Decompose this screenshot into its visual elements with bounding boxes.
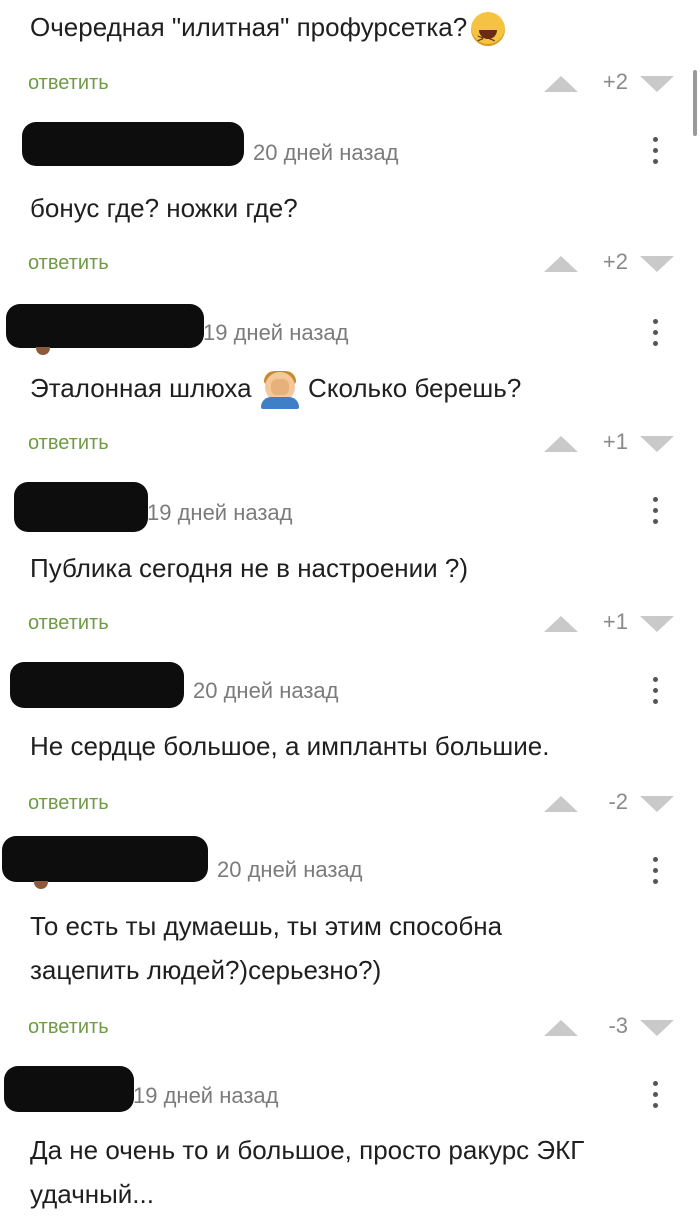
upvote-icon[interactable] xyxy=(544,616,578,632)
comment-header: 20 дней назад xyxy=(0,118,700,178)
upvote-icon[interactable] xyxy=(544,256,578,272)
reply-link[interactable]: ответить xyxy=(28,72,109,95)
comment-date: 19 дней назад xyxy=(203,320,349,345)
upvote-icon[interactable] xyxy=(544,796,578,812)
comment-feed: Очередная "илитная" профурсетка? ответит… xyxy=(0,0,700,1228)
scrollbar[interactable] xyxy=(693,70,697,136)
comment-date: 19 дней назад xyxy=(147,500,293,525)
grinning-squinting-face-emoji xyxy=(471,12,506,61)
comment-header: 19 дней назад xyxy=(0,478,700,538)
comment-header: 20 дней назад xyxy=(0,658,700,718)
comment-date: 19 дней назад xyxy=(133,1083,279,1108)
vote-control: +1 xyxy=(524,609,674,639)
comment-text: Эталонная шлюха Сколько берешь? xyxy=(30,366,670,410)
comment-date: 20 дней назад xyxy=(217,857,363,882)
reply-link[interactable]: ответить xyxy=(28,432,109,455)
comment-text: То есть ты думаешь, ты этим способна зац… xyxy=(30,911,503,985)
downvote-icon[interactable] xyxy=(640,436,674,452)
reply-link[interactable]: ответить xyxy=(28,1016,109,1039)
downvote-icon[interactable] xyxy=(640,616,674,632)
reply-link[interactable]: ответить xyxy=(28,792,109,815)
redacted-username xyxy=(22,122,244,166)
vote-control: +2 xyxy=(524,69,674,99)
vote-control: +1 xyxy=(524,429,674,459)
upvote-icon[interactable] xyxy=(544,436,578,452)
comment-date: 20 дней назад xyxy=(193,678,339,703)
comment-menu-icon[interactable] xyxy=(650,677,660,710)
avatar xyxy=(34,881,48,889)
comment-text: бонус где? ножки где? xyxy=(30,193,298,223)
comment-menu-icon[interactable] xyxy=(650,1081,660,1114)
comment-menu-icon[interactable] xyxy=(650,319,660,352)
upvote-icon[interactable] xyxy=(544,1020,578,1036)
vote-control: +2 xyxy=(524,249,674,279)
face-palm-emoji xyxy=(260,371,299,410)
downvote-icon[interactable] xyxy=(640,796,674,812)
downvote-icon[interactable] xyxy=(640,256,674,272)
downvote-icon[interactable] xyxy=(640,1020,674,1036)
comment-menu-icon[interactable] xyxy=(650,137,660,170)
comment-header: 19 дней назад xyxy=(0,1062,700,1122)
vote-score: -2 xyxy=(608,789,628,814)
comment-header: 19 дней назад xyxy=(0,300,700,360)
redacted-username xyxy=(10,662,184,708)
vote-score: -3 xyxy=(608,1013,628,1038)
vote-control: -2 xyxy=(524,789,674,819)
comment-menu-icon[interactable] xyxy=(650,497,660,530)
downvote-icon[interactable] xyxy=(640,76,674,92)
avatar xyxy=(36,347,50,355)
vote-score: +2 xyxy=(602,69,628,94)
comment-text: Публика сегодня не в настроении ?) xyxy=(30,553,469,583)
upvote-icon[interactable] xyxy=(544,76,578,92)
vote-control: -3 xyxy=(524,1013,674,1043)
reply-link[interactable]: ответить xyxy=(28,252,109,275)
comment-header: 20 дней назад xyxy=(0,830,700,890)
vote-score: +1 xyxy=(602,429,628,454)
redacted-username xyxy=(2,836,208,882)
comment-text: Очередная "илитная" профурсетка? xyxy=(30,5,670,61)
redacted-username xyxy=(6,304,204,348)
comment-menu-icon[interactable] xyxy=(650,857,660,890)
vote-score: +2 xyxy=(602,249,628,274)
redacted-username xyxy=(4,1066,134,1112)
reply-link[interactable]: ответить xyxy=(28,612,109,635)
comment-date: 20 дней назад xyxy=(253,140,399,165)
redacted-username xyxy=(14,482,148,532)
comment-text: Не сердце большое, а импланты большие. xyxy=(30,731,550,761)
comment-text: Да не очень то и большое, просто ракурс … xyxy=(30,1135,585,1209)
vote-score: +1 xyxy=(602,609,628,634)
